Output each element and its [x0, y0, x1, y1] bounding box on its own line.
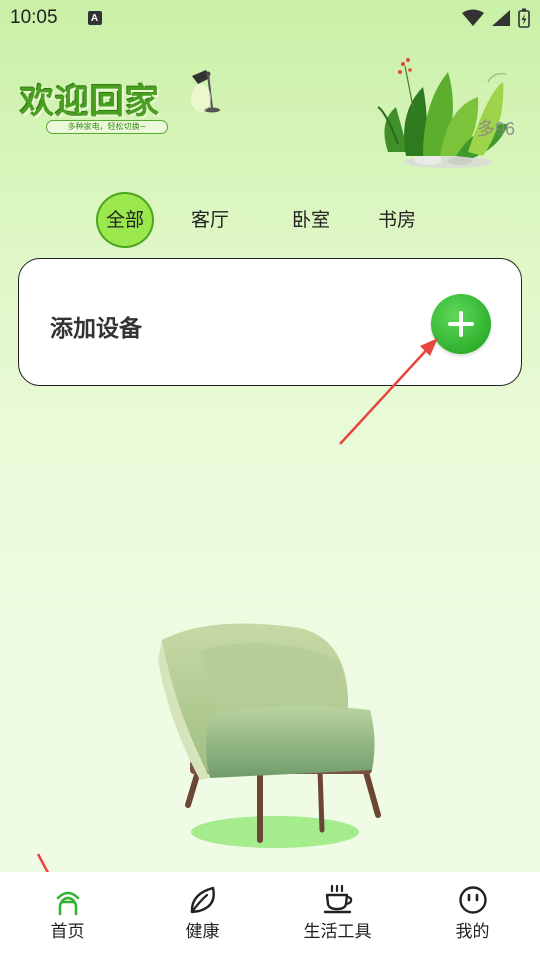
- nav-life-tools[interactable]: 生活工具: [270, 872, 405, 942]
- battery-icon: [518, 8, 530, 28]
- add-device-label: 添加设备: [50, 316, 142, 342]
- nav-health[interactable]: 健康: [135, 872, 270, 942]
- room-tabs: 全部 客厅 卧室 书房: [96, 192, 440, 248]
- cellular-signal-icon: [492, 10, 510, 26]
- coffee-cup-icon: [323, 884, 352, 914]
- nav-life-tools-label: 生活工具: [303, 922, 372, 942]
- tab-living-room[interactable]: 客厅: [182, 192, 238, 248]
- plus-icon: [448, 311, 474, 337]
- app-notification-icon: A: [87, 11, 102, 25]
- smiley-face-icon: [458, 886, 487, 914]
- nav-health-label: 健康: [185, 922, 220, 942]
- add-device-button[interactable]: [431, 294, 491, 354]
- status-indicators: [462, 8, 530, 28]
- header-banner: 欢迎回家 多种家电，轻松切换~ 多96: [0, 40, 540, 180]
- bottom-navigation: 首页 健康 生活工具 我的: [0, 872, 540, 960]
- wifi-icon: [462, 9, 484, 26]
- armchair-illustration: [158, 623, 381, 848]
- tab-study[interactable]: 书房: [354, 192, 440, 248]
- welcome-title: 欢迎回家: [20, 82, 160, 122]
- welcome-subtitle: 多种家电，轻松切换~: [46, 120, 168, 134]
- tab-bedroom[interactable]: 卧室: [268, 192, 354, 248]
- add-device-card[interactable]: 添加设备: [18, 258, 522, 386]
- desk-lamp-icon: [191, 70, 220, 113]
- tab-all[interactable]: 全部: [96, 192, 154, 248]
- nav-home[interactable]: 首页: [0, 872, 135, 942]
- status-time: 10:05: [10, 7, 58, 28]
- home-icon: [56, 891, 79, 916]
- leaf-icon: [190, 886, 215, 914]
- nav-profile[interactable]: 我的: [405, 872, 540, 942]
- nav-profile-label: 我的: [455, 922, 490, 942]
- plants-illustration: [377, 58, 508, 168]
- weather-text: 多96: [476, 119, 515, 139]
- status-bar: 10:05 A: [0, 0, 540, 36]
- nav-home-label: 首页: [50, 922, 85, 942]
